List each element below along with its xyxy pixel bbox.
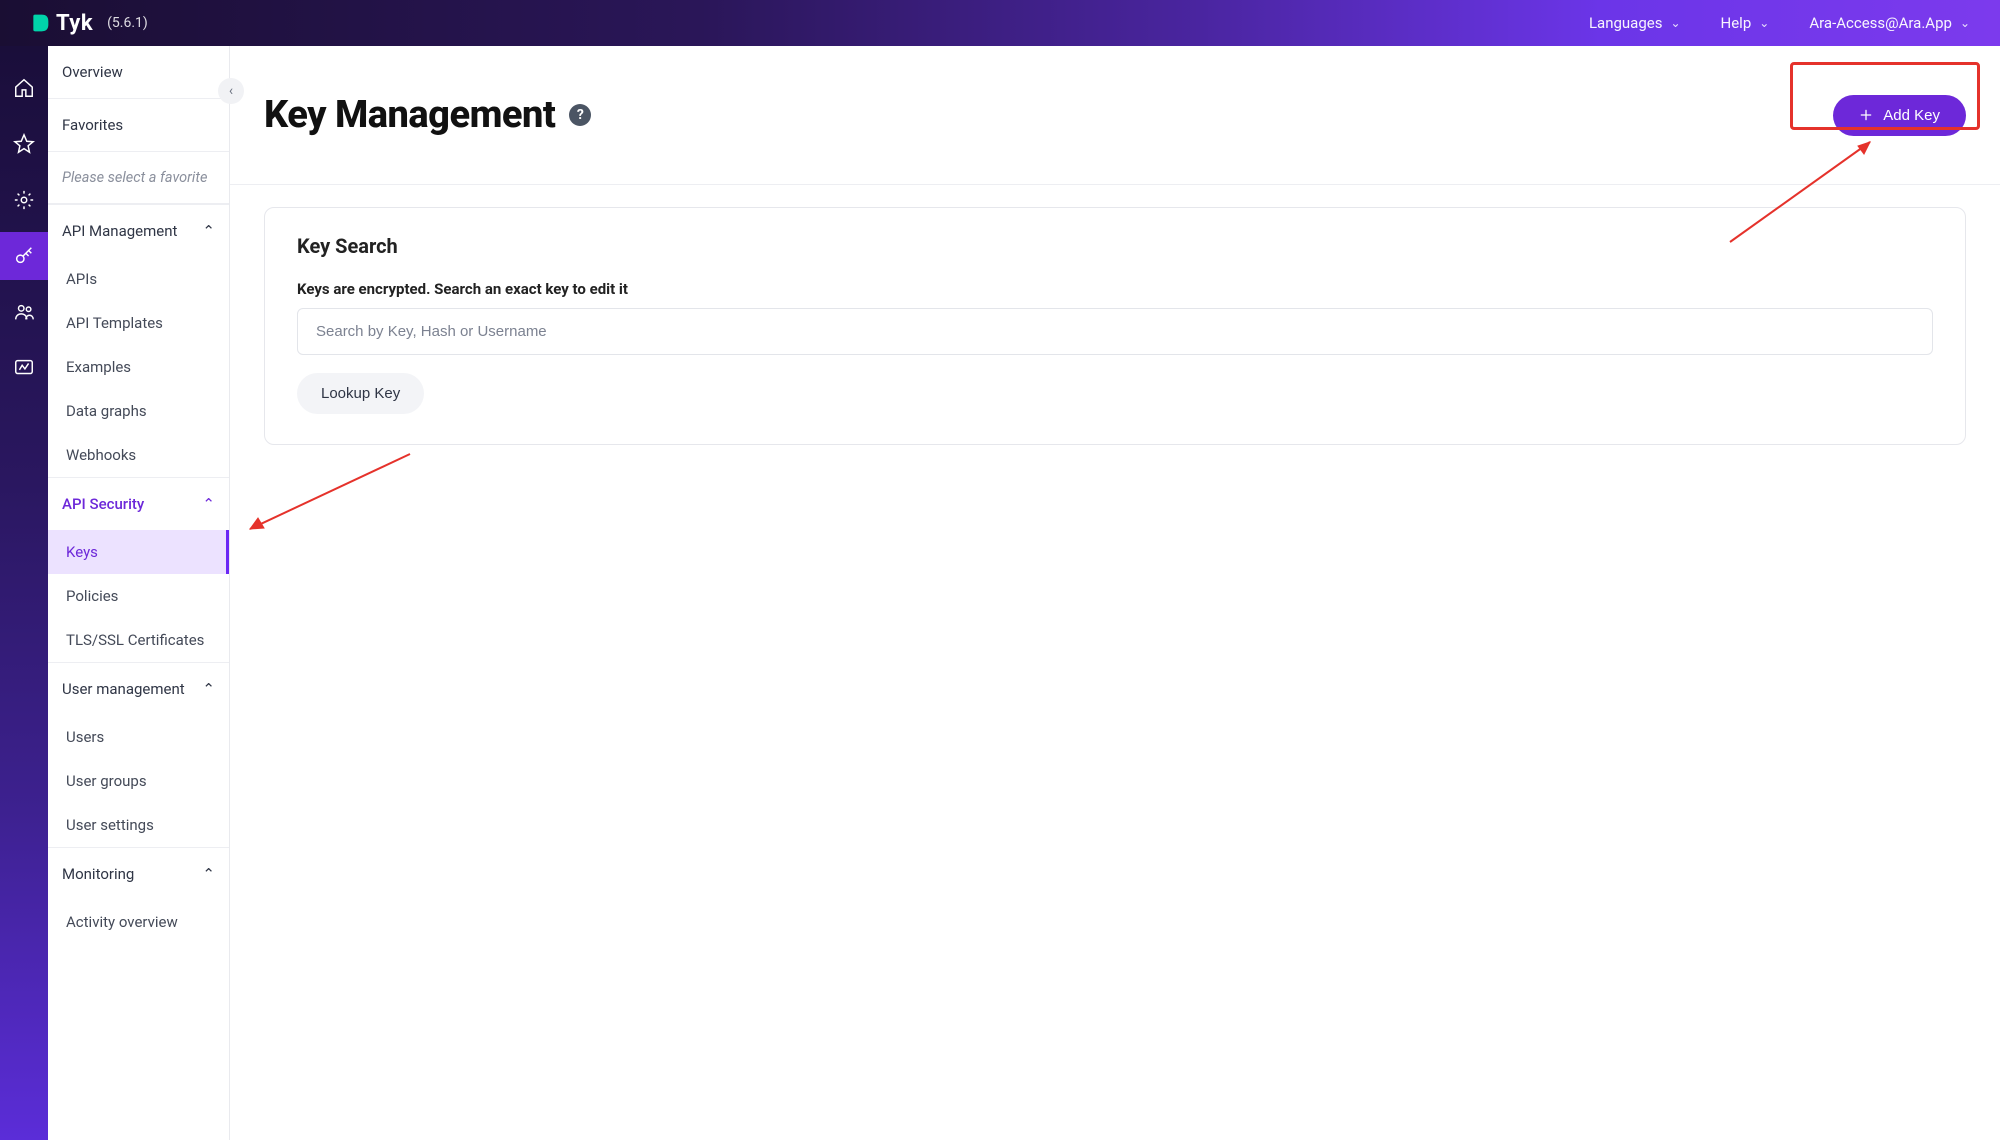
sidebar-item-keys[interactable]: Keys xyxy=(48,530,229,574)
lookup-key-label: Lookup Key xyxy=(321,385,400,402)
header-left: Tyk (5.6.1) xyxy=(30,11,148,36)
nav-label: Keys xyxy=(66,543,98,561)
sidebar-overview-label: Overview xyxy=(62,63,123,81)
chevron-down-icon: ⌄ xyxy=(1670,16,1680,30)
page-content: Key Management ? Add Key Key Search Keys… xyxy=(230,46,2000,1140)
sidebar-item-user-groups[interactable]: User groups xyxy=(48,759,229,803)
home-icon xyxy=(13,77,35,99)
sidebar-favorite-prompt: Please select a favorite xyxy=(48,152,229,204)
sidebar-api-management-header[interactable]: API Management ⌃ xyxy=(48,204,229,257)
sidebar-favorites-label: Favorites xyxy=(62,116,123,134)
sidebar-item-user-settings[interactable]: User settings xyxy=(48,803,229,847)
nav-label: User settings xyxy=(66,816,154,834)
sidebar-item-data-graphs[interactable]: Data graphs xyxy=(48,389,229,433)
content-header: Key Management ? Add Key xyxy=(230,46,2000,185)
key-search-instruction: Keys are encrypted. Search an exact key … xyxy=(297,280,1933,298)
chevron-down-icon: ⌄ xyxy=(1960,16,1970,30)
add-key-button[interactable]: Add Key xyxy=(1833,95,1966,136)
nav-label: APIs xyxy=(66,270,97,288)
sidebar-item-activity-overview[interactable]: Activity overview xyxy=(48,900,229,944)
nav-label: Webhooks xyxy=(66,446,136,464)
sidebar-item-policies[interactable]: Policies xyxy=(48,574,229,618)
sidebar: Overview Favorites Please select a favor… xyxy=(48,46,230,1140)
sidebar-monitoring-header[interactable]: Monitoring ⌃ xyxy=(48,847,229,900)
chevron-down-icon: ⌄ xyxy=(1759,16,1769,30)
logo[interactable]: Tyk xyxy=(30,11,93,36)
header-right: Languages ⌄ Help ⌄ Ara-Access@Ara.App ⌄ xyxy=(1589,14,1970,32)
nav-label: Examples xyxy=(66,358,131,376)
key-search-title: Key Search xyxy=(297,234,1933,258)
sidebar-item-tls-ssl-certificates[interactable]: TLS/SSL Certificates xyxy=(48,618,229,662)
lookup-key-button[interactable]: Lookup Key xyxy=(297,373,424,414)
add-key-label: Add Key xyxy=(1883,107,1940,124)
product-version: (5.6.1) xyxy=(107,15,148,31)
help-menu[interactable]: Help ⌄ xyxy=(1721,14,1770,32)
nav-label: Data graphs xyxy=(66,402,147,420)
user-management-label: User management xyxy=(62,680,185,698)
gear-icon xyxy=(13,189,35,211)
chevron-up-icon: ⌃ xyxy=(202,495,215,513)
annotation-arrow-keys xyxy=(230,444,430,544)
sidebar-item-users[interactable]: Users xyxy=(48,715,229,759)
rail-api-security[interactable] xyxy=(0,232,48,280)
monitor-icon xyxy=(13,357,35,379)
nav-label: Policies xyxy=(66,587,118,605)
sidebar-item-api-templates[interactable]: API Templates xyxy=(48,301,229,345)
sidebar-favorites[interactable]: Favorites xyxy=(48,99,229,152)
help-icon[interactable]: ? xyxy=(569,104,591,126)
app-main: Overview Favorites Please select a favor… xyxy=(0,46,2000,1140)
rail-user-management[interactable] xyxy=(0,288,48,336)
chevron-left-icon: ‹ xyxy=(229,83,233,99)
sidebar-overview[interactable]: Overview xyxy=(48,46,229,99)
nav-label: Users xyxy=(66,728,104,746)
plus-icon xyxy=(1859,108,1873,122)
icon-rail xyxy=(0,46,48,1140)
users-icon xyxy=(13,301,35,323)
chevron-up-icon: ⌃ xyxy=(202,865,215,883)
favorite-prompt-text: Please select a favorite xyxy=(62,169,207,186)
nav-label: Activity overview xyxy=(66,913,178,931)
app-header: Tyk (5.6.1) Languages ⌄ Help ⌄ Ara-Acces… xyxy=(0,0,2000,46)
product-name: Tyk xyxy=(56,11,93,36)
star-icon xyxy=(13,133,35,155)
api-security-label: API Security xyxy=(62,495,144,513)
key-icon xyxy=(13,245,35,267)
languages-menu[interactable]: Languages ⌄ xyxy=(1589,14,1681,32)
sidebar-user-management-header[interactable]: User management ⌃ xyxy=(48,662,229,715)
user-menu[interactable]: Ara-Access@Ara.App ⌄ xyxy=(1809,14,1970,32)
nav-label: TLS/SSL Certificates xyxy=(66,631,204,649)
sidebar-collapse-button[interactable]: ‹ xyxy=(218,78,244,104)
rail-home[interactable] xyxy=(0,64,48,112)
rail-monitoring[interactable] xyxy=(0,344,48,392)
sidebar-item-examples[interactable]: Examples xyxy=(48,345,229,389)
nav-label: User groups xyxy=(66,772,147,790)
user-email: Ara-Access@Ara.App xyxy=(1809,14,1952,32)
chevron-up-icon: ⌃ xyxy=(202,680,215,698)
chevron-up-icon: ⌃ xyxy=(202,222,215,240)
rail-favorites[interactable] xyxy=(0,120,48,168)
sidebar-item-apis[interactable]: APIs xyxy=(48,257,229,301)
languages-label: Languages xyxy=(1589,14,1663,32)
rail-api-management[interactable] xyxy=(0,176,48,224)
nav-label: API Templates xyxy=(66,314,163,332)
sidebar-api-security-header[interactable]: API Security ⌃ xyxy=(48,477,229,530)
key-search-input[interactable] xyxy=(297,308,1933,355)
key-search-panel: Key Search Keys are encrypted. Search an… xyxy=(264,207,1966,445)
page-title: Key Management xyxy=(264,93,555,137)
sidebar-item-webhooks[interactable]: Webhooks xyxy=(48,433,229,477)
api-management-label: API Management xyxy=(62,222,177,240)
logo-icon xyxy=(30,13,50,33)
title-wrap: Key Management ? xyxy=(264,93,591,137)
help-label: Help xyxy=(1721,14,1752,32)
monitoring-label: Monitoring xyxy=(62,865,134,883)
